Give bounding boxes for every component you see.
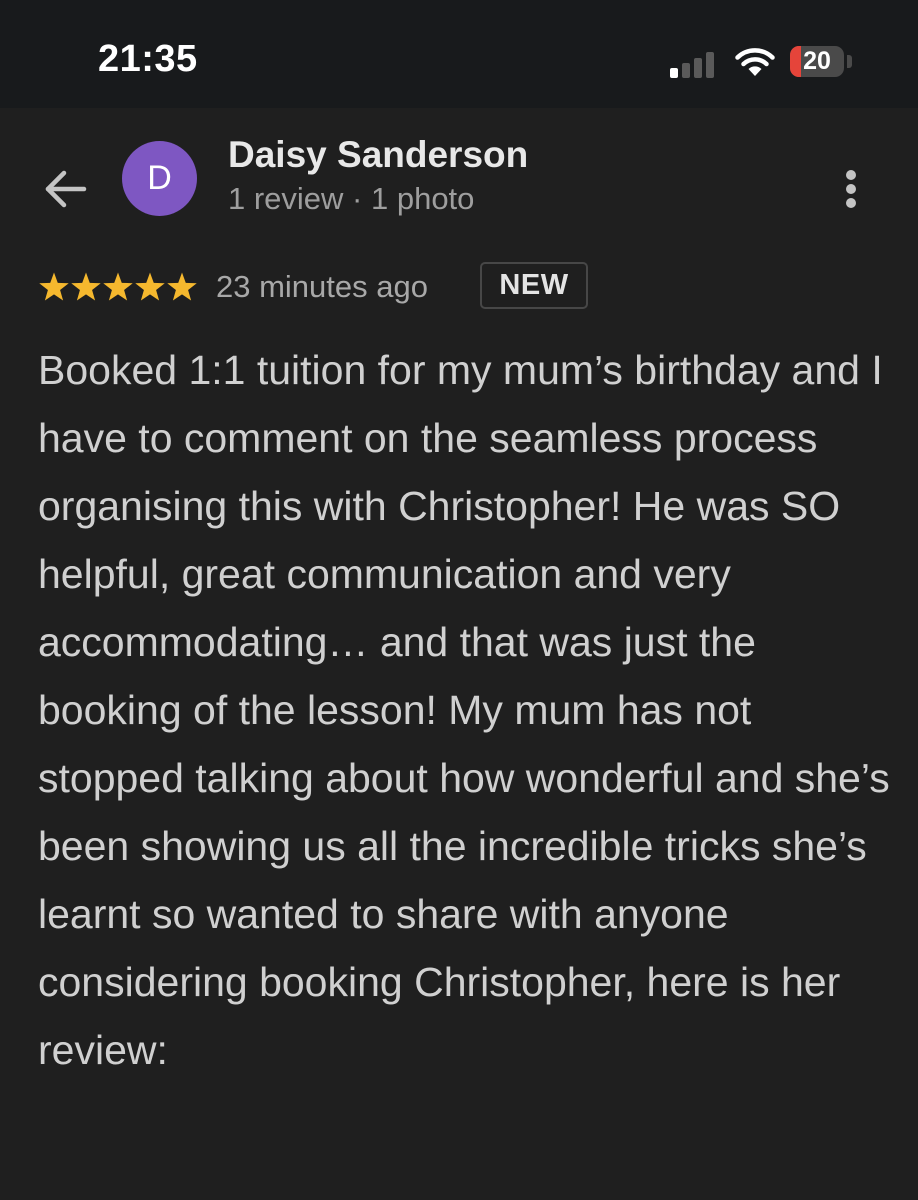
back-arrow-icon[interactable]: [40, 166, 90, 212]
more-vert-icon[interactable]: [836, 166, 868, 212]
battery-cap: [847, 55, 852, 68]
author-meta: 1 review · 1 photo: [228, 181, 475, 216]
battery-level-text: 20: [803, 47, 831, 75]
avatar[interactable]: D: [122, 141, 197, 216]
star-icon: [167, 272, 197, 301]
battery-icon: 20: [790, 46, 844, 77]
cell-signal-icon: [670, 50, 718, 78]
wifi-icon: [735, 48, 775, 76]
review-text: Booked 1:1 tuition for my mum’s birthday…: [38, 347, 890, 1073]
new-badge: NEW: [480, 262, 588, 309]
rating-row: 23 minutes ago NEW: [38, 262, 898, 312]
star-icon: [103, 272, 133, 301]
star-icon: [71, 272, 101, 301]
review-time: 23 minutes ago: [216, 269, 428, 304]
star-icon: [39, 272, 69, 301]
star-rating: [39, 272, 197, 301]
status-time: 21:35: [98, 38, 198, 80]
author-name[interactable]: Daisy Sanderson: [228, 134, 528, 176]
status-bar: 21:35 20: [0, 0, 918, 108]
star-icon: [135, 272, 165, 301]
